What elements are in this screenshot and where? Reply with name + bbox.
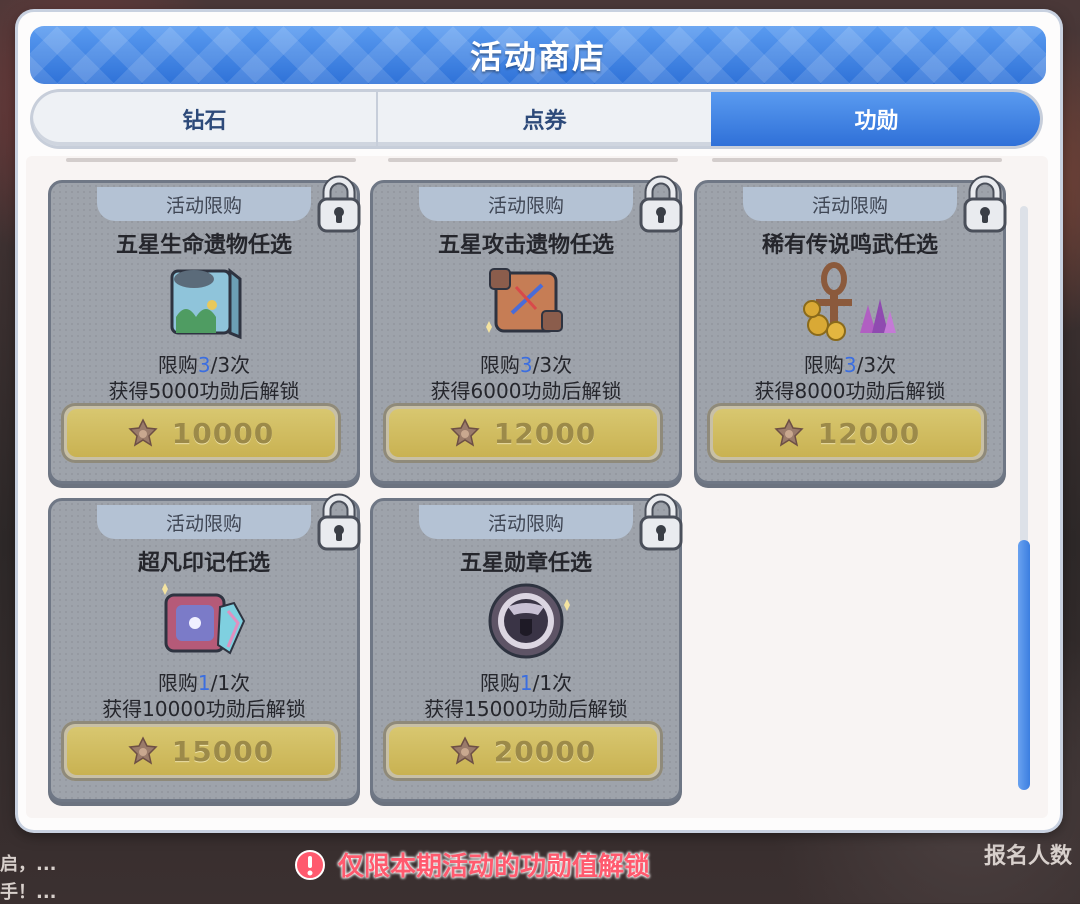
tab-diamond[interactable]: 钻石 [33, 92, 378, 146]
buy-button[interactable]: 20000 [383, 721, 663, 781]
item-price: 10000 [171, 416, 275, 450]
purchase-limit: 限购3/3次 [157, 353, 251, 377]
shop-item-grid: 活动限购 五星生命遗物任选 限购3/3次 获得5000功勋后解锁 10000 活… [26, 156, 1048, 818]
life-relic-chest-icon [170, 267, 242, 340]
purchase-limit: 限购3/3次 [803, 353, 897, 377]
lock-icon [639, 175, 683, 233]
tab-voucher[interactable]: 点券 [378, 92, 711, 146]
mark-chest-icon [162, 583, 246, 655]
background-signup-count-label: 报名人数 [983, 844, 1072, 869]
buy-button[interactable]: 12000 [707, 403, 987, 463]
merit-coin-icon [450, 418, 480, 447]
dialog-title: 活动商店 [469, 38, 606, 76]
shop-item-card[interactable]: 活动限购 超凡印记任选 限购1/1次 获得10000功勋后解锁 15000 [48, 493, 361, 802]
unlock-notice: 仅限本期活动的功勋值解锁 [294, 846, 650, 883]
item-price: 20000 [493, 734, 597, 768]
background-chat-line: 手！... [0, 882, 57, 903]
merit-coin-icon [128, 736, 158, 765]
shelf-divider [712, 158, 1002, 162]
item-name: 稀有传说鸣武任选 [761, 233, 938, 258]
lock-icon [317, 493, 361, 551]
limited-tag: 活动限购 [419, 505, 633, 539]
shelf-divider [388, 158, 678, 162]
limited-tag: 活动限购 [743, 187, 957, 221]
attack-relic-chest-icon [486, 268, 563, 333]
shop-item-card[interactable]: 活动限购 五星勋章任选 限购1/1次 获得15000功勋后解锁 20000 [370, 493, 683, 802]
shop-item-card[interactable]: 活动限购 五星生命遗物任选 限购3/3次 获得5000功勋后解锁 10000 [48, 175, 361, 484]
buy-button[interactable]: 10000 [61, 403, 341, 463]
scrollbar-thumb[interactable] [1018, 540, 1030, 790]
item-name: 五星勋章任选 [459, 551, 592, 576]
scrollbar-track[interactable] [1018, 206, 1030, 790]
purchase-limit: 限购1/1次 [479, 671, 573, 695]
merit-coin-icon [128, 418, 158, 447]
shop-item-card[interactable]: 活动限购 五星攻击遗物任选 限购3/3次 获得6000功勋后解锁 12000 [370, 175, 683, 484]
merit-coin-icon [774, 418, 804, 447]
lock-icon [639, 493, 683, 551]
merit-coin-icon [450, 736, 480, 765]
item-name: 超凡印记任选 [137, 551, 270, 576]
event-shop-dialog: 活动商店 钻石 点券 功勋 活动限购 五星生命遗物任选 限购3/3次 获得500… [18, 12, 1060, 830]
buy-button[interactable]: 12000 [383, 403, 663, 463]
unlock-condition: 获得8000功勋后解锁 [754, 379, 946, 403]
unlock-condition: 获得15000功勋后解锁 [424, 697, 628, 721]
lock-icon [963, 175, 1007, 233]
medal-icon [488, 583, 570, 659]
item-name: 五星攻击遗物任选 [437, 233, 614, 258]
item-price: 12000 [493, 416, 597, 450]
limited-tag: 活动限购 [419, 187, 633, 221]
lock-icon [317, 175, 361, 233]
unlock-condition: 获得10000功勋后解锁 [102, 697, 306, 721]
limited-tag: 活动限购 [97, 505, 311, 539]
unlock-condition: 获得6000功勋后解锁 [430, 379, 622, 403]
item-price: 15000 [171, 734, 275, 768]
currency-tabs: 钻石 点券 功勋 [33, 92, 1040, 146]
tab-merit[interactable]: 功勋 [711, 92, 1040, 146]
buy-button[interactable]: 15000 [61, 721, 341, 781]
legendary-weapon-icon [803, 262, 896, 341]
dialog-title-bar: 活动商店 [30, 26, 1046, 84]
limited-tag: 活动限购 [97, 187, 311, 221]
item-name: 五星生命遗物任选 [115, 233, 292, 258]
shop-item-card[interactable]: 活动限购 稀有传说鸣武任选 限购3/3次 获得8000功勋后解锁 12000 [694, 175, 1007, 484]
shelf-divider [66, 158, 356, 162]
notice-text: 仅限本期活动的功勋值解锁 [338, 852, 651, 882]
alert-icon [295, 849, 325, 880]
purchase-limit: 限购1/1次 [157, 671, 251, 695]
background-chat-line: 启，... [0, 854, 57, 875]
unlock-condition: 获得5000功勋后解锁 [108, 379, 300, 403]
purchase-limit: 限购3/3次 [479, 353, 573, 377]
item-price: 12000 [817, 416, 921, 450]
